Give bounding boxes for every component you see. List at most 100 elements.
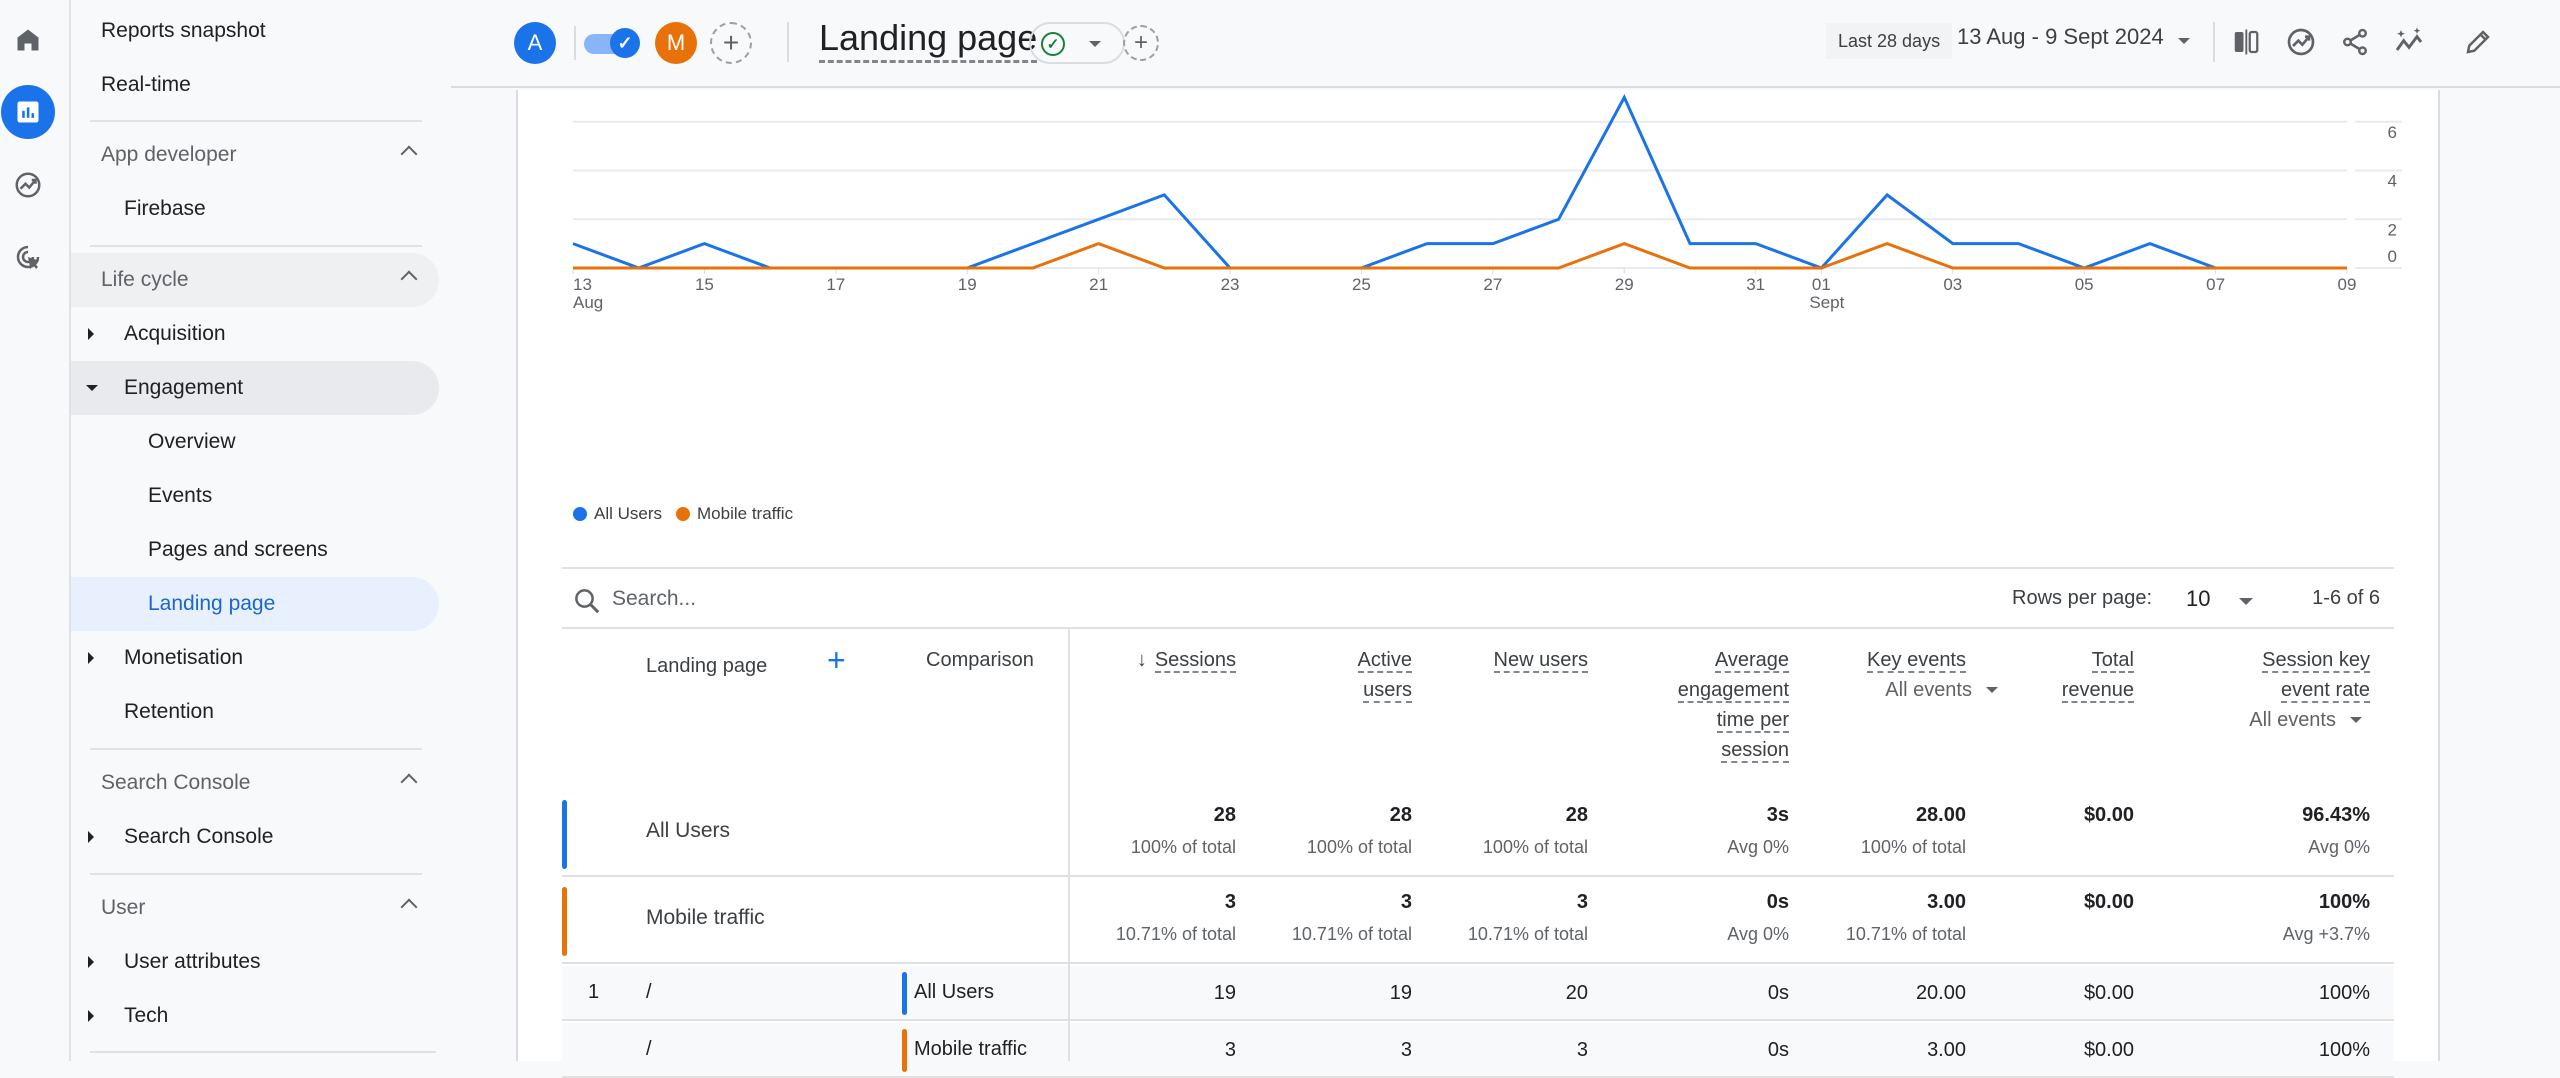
home-icon[interactable] [8,20,48,60]
nav-events[interactable]: Events [71,469,439,523]
data-point[interactable] [1753,265,1759,271]
data-point[interactable] [1424,241,1430,247]
add-filter-button[interactable]: + [1123,25,1159,61]
date-dropdown-icon[interactable] [2178,38,2190,44]
nav-firebase[interactable]: Firebase [71,182,439,236]
data-point[interactable] [833,265,839,271]
dropdown-arrow-icon[interactable] [2239,598,2253,605]
data-point[interactable] [2344,265,2350,271]
data-point[interactable] [1884,241,1890,247]
table-row[interactable]: / Mobile traffic 3 3 3 0s 3.00 $0.00 100% [562,1023,2394,1078]
landing-page-path[interactable]: / [646,1038,652,1061]
customize-report-icon[interactable] [2226,22,2266,62]
data-point[interactable] [1753,241,1759,247]
data-point[interactable] [2278,265,2284,271]
data-point[interactable] [636,265,642,271]
nav-overview[interactable]: Overview [71,415,439,469]
page-title[interactable]: Landing page [819,16,1038,63]
header-key-events[interactable]: Key events All events [1867,645,1998,705]
data-point[interactable] [1161,192,1167,198]
legend-mobile-traffic[interactable]: Mobile traffic [676,504,793,524]
header-new-users[interactable]: New users [1493,645,1588,675]
nav-tech[interactable]: Tech [71,989,439,1043]
header-session-key-event-rate[interactable]: Session key event rate All events [2249,645,2370,735]
data-point[interactable] [1818,265,1824,271]
data-point[interactable] [1293,265,1299,271]
header-landing-page[interactable]: Landing page [646,651,767,681]
table-search-input[interactable] [612,583,1212,615]
data-point[interactable] [2147,265,2153,271]
nav-section-search-console[interactable]: Search Console [71,756,439,810]
nav-reports-snapshot[interactable]: Reports snapshot [71,4,439,58]
series-line-all-users[interactable] [572,94,2347,270]
nav-pages-and-screens[interactable]: Pages and screens [71,523,439,577]
nav-monetisation[interactable]: Monetisation [71,631,439,685]
data-point[interactable] [1490,241,1496,247]
edit-pencil-icon[interactable] [2458,22,2498,62]
data-point[interactable] [2081,265,2087,271]
data-point[interactable] [701,241,707,247]
data-point[interactable] [1950,265,1956,271]
data-point[interactable] [1556,216,1562,222]
data-point[interactable] [1227,265,1233,271]
data-point[interactable] [2015,241,2021,247]
header-active-users[interactable]: Active users [1357,645,1412,705]
comparison-avatar-m[interactable]: M [655,22,697,64]
nav-search-console[interactable]: Search Console [71,810,439,864]
data-point[interactable] [1030,265,1036,271]
data-point[interactable] [1556,265,1562,271]
data-point[interactable] [899,265,905,271]
data-point[interactable] [1884,192,1890,198]
session-key-rate-filter[interactable]: All events [2249,705,2370,735]
data-point[interactable] [1687,265,1693,271]
data-point[interactable] [1358,265,1364,271]
data-point[interactable] [1161,265,1167,271]
data-point[interactable] [1490,265,1496,271]
landing-page-path[interactable]: / [646,981,652,1004]
data-point[interactable] [1030,241,1036,247]
explore-icon[interactable] [8,165,48,205]
key-events-filter[interactable]: All events [1867,675,2006,705]
data-point[interactable] [767,265,773,271]
data-point[interactable] [701,265,707,271]
header-total-revenue[interactable]: Total revenue [2061,645,2134,705]
data-point[interactable] [1096,216,1102,222]
data-point[interactable] [2015,265,2021,271]
nav-section-app-developer[interactable]: App developer [71,128,439,182]
date-range-picker[interactable]: 13 Aug - 9 Sept 2024 [1957,24,2164,50]
data-point[interactable] [2213,265,2219,271]
nav-section-life-cycle[interactable]: Life cycle [71,253,439,307]
share-icon[interactable] [2335,22,2375,62]
data-point[interactable] [1687,241,1693,247]
legend-all-users[interactable]: All Users [573,504,662,524]
nav-user-attributes[interactable]: User attributes [71,935,439,989]
data-point[interactable] [570,265,576,271]
add-comparison-button[interactable]: + [710,22,752,64]
advertising-icon[interactable] [8,237,48,277]
data-point[interactable] [1621,241,1627,247]
rows-per-page-select[interactable]: 10 [2186,586,2210,612]
data-point[interactable] [2147,241,2153,247]
insights-icon[interactable] [2281,22,2321,62]
data-point[interactable] [1424,265,1430,271]
data-point[interactable] [1096,241,1102,247]
data-point[interactable] [1950,241,1956,247]
comparison-avatar-a[interactable]: A [514,22,556,64]
comparison-toggle[interactable]: ✓ [584,28,640,58]
data-point[interactable] [1621,94,1627,100]
compare-trend-icon[interactable] [2389,22,2429,62]
header-avg-engagement-time[interactable]: Average engagement time per session [1677,645,1789,765]
nav-engagement[interactable]: Engagement [71,361,439,415]
data-point[interactable] [964,265,970,271]
nav-landing-page[interactable]: Landing page [71,577,439,631]
nav-retention[interactable]: Retention [71,685,439,739]
data-point[interactable] [570,241,576,247]
nav-acquisition[interactable]: Acquisition [71,307,439,361]
table-row[interactable]: 1 / All Users 19 19 20 0s 20.00 $0.00 100% [562,966,2394,1021]
add-dimension-button[interactable]: + [827,644,846,676]
report-status-dropdown[interactable]: ✓ [1029,22,1125,64]
nav-section-user[interactable]: User [71,881,439,935]
reports-icon[interactable] [1,85,55,139]
nav-realtime[interactable]: Real-time [71,58,439,112]
header-sessions[interactable]: ↓ Sessions [1137,645,1236,675]
